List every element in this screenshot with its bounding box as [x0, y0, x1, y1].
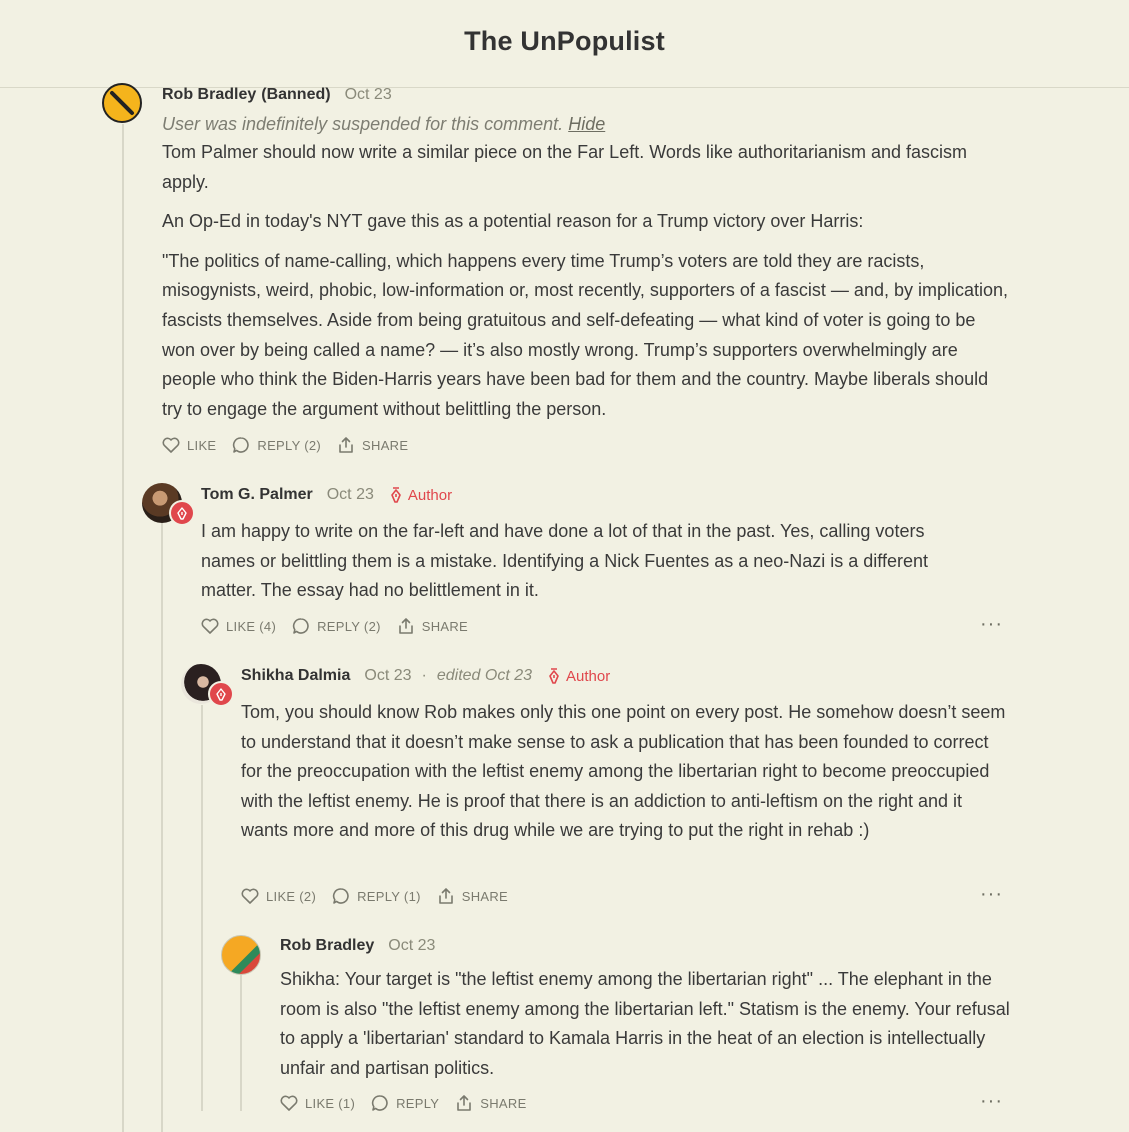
- like-label: LIKE (2): [266, 888, 317, 904]
- reply-button[interactable]: REPLY (2): [292, 617, 381, 635]
- share-button[interactable]: SHARE: [397, 617, 468, 635]
- banned-label: (Banned): [261, 86, 331, 103]
- author-badge-label: Author: [407, 486, 453, 504]
- heart-icon: [162, 437, 180, 453]
- commenter-name[interactable]: Rob Bradley: [162, 86, 256, 104]
- comment-actions: LIKE (4) REPLY (2) SHARE: [201, 617, 484, 635]
- hide-link[interactable]: Hide: [568, 114, 605, 134]
- author-pen-badge: [208, 681, 234, 707]
- thread-line-level-1[interactable]: [161, 523, 163, 1132]
- share-label: SHARE: [362, 437, 409, 453]
- avatar[interactable]: [102, 83, 142, 123]
- comment-meta: Shikha Dalmia Oct 23 · edited Oct 23 Aut…: [241, 667, 610, 685]
- share-label: SHARE: [421, 618, 469, 634]
- site-header: The UnPopulist: [0, 0, 1129, 88]
- reply-button[interactable]: REPLY (1): [332, 887, 421, 905]
- comment-date[interactable]: Oct 23: [364, 667, 411, 685]
- comment-paragraph: An Op-Ed in today's NYT gave this as a p…: [162, 211, 864, 232]
- pen-nib-icon: [391, 487, 401, 503]
- like-button[interactable]: LIKE (4): [201, 618, 276, 634]
- comment-bubble-icon: [292, 618, 309, 634]
- share-label: SHARE: [461, 888, 509, 904]
- thread-line-level-0[interactable]: [122, 124, 124, 1132]
- more-options-button[interactable]: ···: [980, 613, 1003, 636]
- like-label: LIKE: [187, 437, 217, 453]
- suspended-note: User was indefinitely suspended for this…: [162, 114, 605, 135]
- comment-actions: LIKE (2) REPLY (1) SHARE: [241, 887, 524, 905]
- reply-label: REPLY: [396, 1095, 440, 1111]
- comment-bubble-icon: [371, 1095, 388, 1111]
- author-pen-badge: [169, 500, 195, 526]
- share-icon: [457, 1095, 472, 1111]
- pen-nib-icon: [216, 687, 226, 701]
- reply-label: REPLY (2): [317, 618, 381, 634]
- suspended-text: User was indefinitely suspended for this…: [162, 114, 564, 134]
- more-options-button[interactable]: ···: [980, 883, 1003, 906]
- reply-label: REPLY (2): [257, 437, 322, 453]
- comment-actions: LIKE REPLY (2) SHARE: [162, 436, 424, 454]
- thread-line-level-3[interactable]: [240, 975, 242, 1111]
- reply-label: REPLY (1): [357, 888, 421, 904]
- comment-paragraph: Shikha: Your target is "the leftist enem…: [280, 969, 1010, 1078]
- comment-meta: Tom G. Palmer Oct 23 Author: [201, 486, 452, 504]
- edited-label: edited Oct 23: [436, 667, 533, 684]
- comment-paragraph: I am happy to write on the far-left and …: [201, 521, 929, 601]
- comment-body: Shikha: Your target is "the leftist enem…: [280, 965, 1015, 1093]
- like-label: LIKE (1): [305, 1095, 356, 1111]
- comment-body: I am happy to write on the far-left and …: [201, 517, 971, 616]
- comment-meta: Rob Bradley Oct 23: [280, 937, 435, 955]
- author-badge: Author: [548, 668, 610, 685]
- like-label: LIKE (4): [226, 618, 277, 634]
- author-badge: Author: [390, 487, 452, 504]
- share-button[interactable]: SHARE: [337, 436, 408, 454]
- avatar[interactable]: [221, 935, 261, 975]
- pen-nib-icon: [177, 506, 187, 520]
- share-icon: [398, 618, 413, 634]
- thread-line-level-2[interactable]: [201, 705, 203, 1111]
- site-title[interactable]: The UnPopulist: [0, 26, 1129, 57]
- comment-date[interactable]: Oct 23: [388, 937, 435, 955]
- comment-actions: LIKE (1) REPLY SHARE: [280, 1094, 543, 1112]
- author-badge-label: Author: [566, 667, 611, 685]
- share-icon: [339, 437, 353, 453]
- comment-bubble-icon: [233, 437, 250, 453]
- comment-paragraph: Tom, you should know Rob makes only this…: [241, 702, 1006, 841]
- comment-bubble-icon: [332, 888, 349, 904]
- heart-icon: [201, 618, 219, 634]
- more-options-button[interactable]: ···: [980, 1090, 1003, 1113]
- like-button[interactable]: LIKE (1): [280, 1095, 355, 1111]
- comment-body: Tom, you should know Rob makes only this…: [241, 698, 1011, 856]
- commenter-name[interactable]: Tom G. Palmer: [201, 486, 313, 504]
- comment-paragraph: "The politics of name-calling, which hap…: [162, 250, 1009, 419]
- commenter-name[interactable]: Rob Bradley: [280, 937, 374, 955]
- share-label: SHARE: [480, 1095, 527, 1111]
- comment-body: Tom Palmer should now write a similar pi…: [162, 138, 1012, 434]
- share-button[interactable]: SHARE: [455, 1094, 526, 1112]
- share-icon: [438, 888, 453, 904]
- comment-meta: Rob Bradley (Banned) Oct 23: [162, 86, 392, 104]
- heart-icon: [280, 1095, 298, 1111]
- banned-icon: [110, 91, 134, 115]
- reply-button[interactable]: REPLY (2): [232, 436, 321, 454]
- share-button[interactable]: SHARE: [437, 887, 508, 905]
- commenter-name[interactable]: Shikha Dalmia: [241, 667, 350, 685]
- reply-button[interactable]: REPLY: [371, 1094, 439, 1112]
- separator-dot: ·: [421, 667, 427, 684]
- heart-icon: [241, 888, 259, 904]
- like-button[interactable]: LIKE: [162, 437, 216, 453]
- comment-date[interactable]: Oct 23: [345, 86, 392, 104]
- comment-paragraph: Tom Palmer should now write a similar pi…: [162, 142, 967, 192]
- like-button[interactable]: LIKE (2): [241, 888, 316, 904]
- comment-date[interactable]: Oct 23: [327, 486, 374, 504]
- pen-nib-icon: [549, 668, 559, 684]
